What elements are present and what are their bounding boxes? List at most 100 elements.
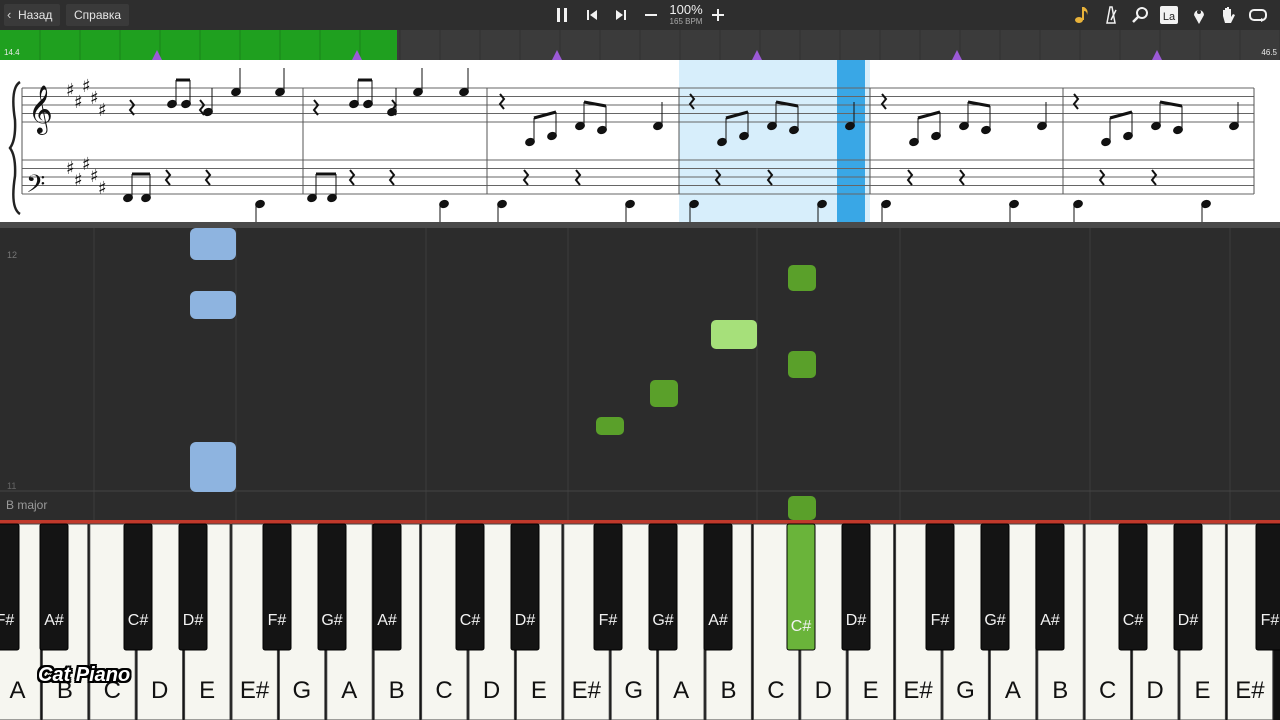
- note-beam: [1109, 110, 1133, 120]
- white-key-label: E: [530, 677, 547, 704]
- black-key-label: A#: [377, 612, 397, 629]
- piano-keyboard[interactable]: A B C D E E# G A B C D E E# G A B C D E E# G A B C D E E# F# A# C# D# F…: [0, 520, 1280, 720]
- note-roll: 12 11 B major: [0, 228, 1280, 520]
- sharp-icon: ♯: [98, 178, 107, 199]
- white-key-label: B: [720, 677, 737, 704]
- rest-icon: [312, 99, 320, 116]
- bpm-label: 165 BPM: [669, 17, 703, 26]
- white-key-label: C: [767, 677, 785, 704]
- falling-notes: [0, 228, 1280, 520]
- black-key-label: G#: [321, 612, 343, 629]
- sheet-music[interactable]: 𝄞 𝄢 ♯ ♯ ♯ ♯ ♯ ♯ ♯ ♯ ♯ ♯: [0, 60, 1280, 225]
- help-button[interactable]: Справка: [66, 4, 130, 26]
- back-label: Назад: [18, 8, 53, 22]
- magnifier-icon[interactable]: [1129, 4, 1151, 26]
- playhead-cursor: [837, 60, 865, 222]
- black-key: [841, 523, 871, 651]
- black-key: [317, 523, 347, 651]
- black-key: [1173, 523, 1203, 651]
- pause-icon[interactable]: [551, 4, 573, 26]
- black-key-label: C#: [790, 618, 812, 635]
- black-key-label: D#: [514, 612, 536, 629]
- black-key-label: F#: [1260, 612, 1280, 629]
- black-key: [123, 523, 153, 651]
- black-key-label: G#: [984, 612, 1006, 629]
- progress-timeline[interactable]: 14.4 46.5: [0, 30, 1280, 60]
- white-key-label: D: [151, 677, 169, 704]
- white-key-label: A: [9, 677, 26, 704]
- black-key-label: F#: [930, 612, 950, 629]
- black-key: [372, 523, 402, 651]
- white-key-label: B: [388, 677, 405, 704]
- white-key-label: D: [1146, 677, 1164, 704]
- white-key-label: C: [1099, 677, 1117, 704]
- white-key-label: A: [673, 677, 690, 704]
- black-key: [1035, 523, 1065, 651]
- white-key-label: E: [1194, 677, 1211, 704]
- falling-note-left-hand: [190, 228, 236, 260]
- falling-note-left-hand: [190, 291, 236, 319]
- black-key-label: C#: [127, 612, 149, 629]
- toolbar: ‹ Назад Справка 100% 165 BPM La: [0, 0, 1280, 30]
- measure-number: 11: [7, 481, 17, 491]
- falling-note-right-hand: [788, 496, 816, 520]
- location-pin-icon[interactable]: [1188, 4, 1210, 26]
- minus-icon[interactable]: [640, 4, 662, 26]
- watermark-logo: Cat Piano: [38, 664, 131, 686]
- white-key-label: E#: [239, 677, 270, 704]
- grand-staff-brace: [8, 80, 21, 216]
- black-key: [1118, 523, 1148, 651]
- black-key-label: D#: [1177, 612, 1199, 629]
- black-key: [262, 523, 292, 651]
- timeline-markers: [39, 30, 1280, 60]
- white-key-label: G: [624, 677, 644, 704]
- plus-icon[interactable]: [707, 4, 729, 26]
- white-key-label: A: [341, 677, 358, 704]
- timeline-end-label: 46.5: [1261, 48, 1277, 57]
- black-key: [980, 523, 1010, 651]
- white-key-label: D: [482, 677, 501, 704]
- black-key: [455, 523, 485, 651]
- black-key: [1255, 523, 1280, 651]
- black-key: [925, 523, 955, 651]
- black-key: [0, 523, 20, 651]
- skip-next-icon[interactable]: [610, 4, 632, 26]
- black-key-label: F#: [0, 612, 15, 629]
- white-key-label: B: [1052, 677, 1069, 704]
- falling-note-left-hand: [190, 442, 236, 492]
- la-notation-icon[interactable]: La: [1158, 4, 1180, 26]
- black-key-label: D#: [845, 612, 867, 629]
- black-key-label: C#: [459, 612, 481, 629]
- falling-note-right-hand: [596, 417, 624, 435]
- timeline-start-label: 14.4: [4, 48, 20, 57]
- black-key: [178, 523, 208, 651]
- back-button[interactable]: ‹ Назад: [4, 4, 61, 26]
- white-key-label: E: [199, 677, 216, 704]
- white-key-label: G: [956, 677, 975, 704]
- falling-note-right-hand: [788, 265, 816, 291]
- white-key-label: C: [435, 677, 453, 704]
- note-beam: [533, 110, 557, 120]
- white-key-label: E#: [903, 677, 933, 704]
- loop-icon[interactable]: [1247, 4, 1269, 26]
- hand-icon[interactable]: [1217, 4, 1239, 26]
- measure-number: 12: [7, 250, 18, 260]
- falling-note-right-hand: [650, 380, 678, 407]
- black-key: [648, 523, 678, 651]
- music-note-icon[interactable]: [1071, 4, 1093, 26]
- black-key-label: A#: [44, 612, 64, 629]
- treble-clef-icon: 𝄞: [28, 84, 53, 135]
- skip-previous-icon[interactable]: [581, 4, 603, 26]
- black-key: [593, 523, 623, 651]
- black-key-label: C#: [1122, 612, 1144, 629]
- black-key-label: A#: [708, 612, 728, 629]
- note-beam: [917, 110, 941, 120]
- chevron-left-icon: ‹: [7, 7, 12, 22]
- key-signature-label: B major: [6, 498, 48, 512]
- black-key-label: G#: [652, 612, 674, 629]
- metronome-icon[interactable]: [1100, 4, 1122, 26]
- la-text: La: [1163, 11, 1176, 23]
- bass-clef-icon: 𝄢: [26, 170, 45, 205]
- white-key-label: E#: [1235, 677, 1265, 704]
- speed-indicator: 100% 165 BPM: [664, 3, 708, 27]
